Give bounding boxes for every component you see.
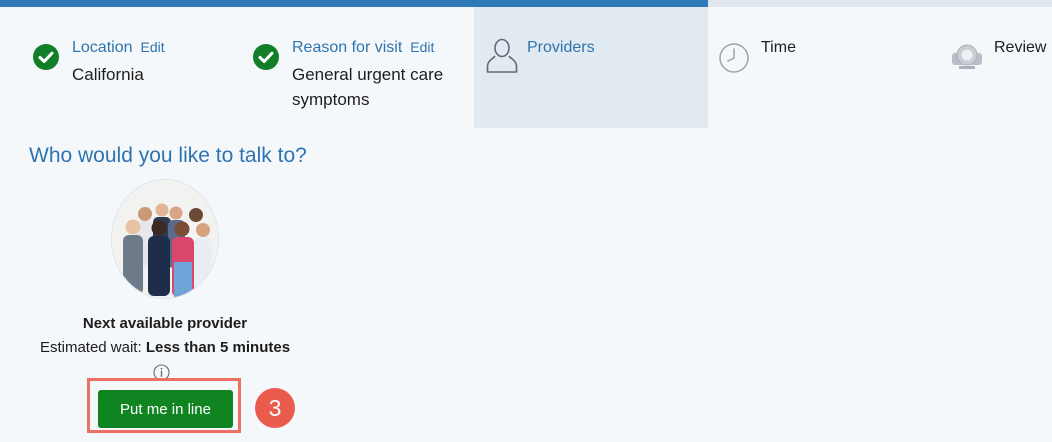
wait-value: Less than 5 minutes bbox=[145, 339, 291, 356]
provider-avatar bbox=[111, 179, 219, 299]
step-title: Time bbox=[761, 39, 796, 56]
edit-reason-link[interactable]: Edit bbox=[410, 39, 434, 55]
check-icon bbox=[253, 44, 279, 70]
put-me-in-line-button[interactable]: Put me in line bbox=[98, 390, 233, 428]
step-title: Review bbox=[994, 39, 1047, 56]
progress-bar bbox=[0, 0, 1052, 7]
estimated-wait: Estimated wait: Less than 5 minutes bbox=[20, 339, 310, 356]
webcam-icon bbox=[949, 41, 985, 76]
step-title: Location Edit bbox=[72, 39, 165, 56]
edit-location-link[interactable]: Edit bbox=[141, 39, 165, 55]
step-title: Reason for visit Edit bbox=[292, 39, 435, 56]
step-tracker: Location Edit California Reason for visit… bbox=[0, 7, 1052, 128]
step-location: Location Edit California bbox=[0, 7, 236, 128]
progress-fill bbox=[0, 0, 708, 7]
clock-icon bbox=[718, 42, 750, 79]
step-number-badge: 3 bbox=[255, 388, 295, 428]
check-icon bbox=[33, 44, 59, 70]
page-heading: Who would you like to talk to? bbox=[29, 144, 307, 167]
step-title: Providers bbox=[527, 39, 595, 56]
wait-label: Estimated wait: bbox=[39, 339, 142, 356]
step-providers: Providers bbox=[474, 7, 708, 128]
person-icon bbox=[485, 36, 519, 83]
step-time: Time bbox=[708, 7, 944, 128]
step-value: General urgent care symptoms bbox=[292, 65, 444, 109]
step-reason: Reason for visit Edit General urgent care… bbox=[236, 7, 474, 128]
provider-name: Next available provider bbox=[82, 315, 248, 332]
step-value: California bbox=[72, 65, 144, 84]
step-review: Review bbox=[944, 7, 1052, 128]
